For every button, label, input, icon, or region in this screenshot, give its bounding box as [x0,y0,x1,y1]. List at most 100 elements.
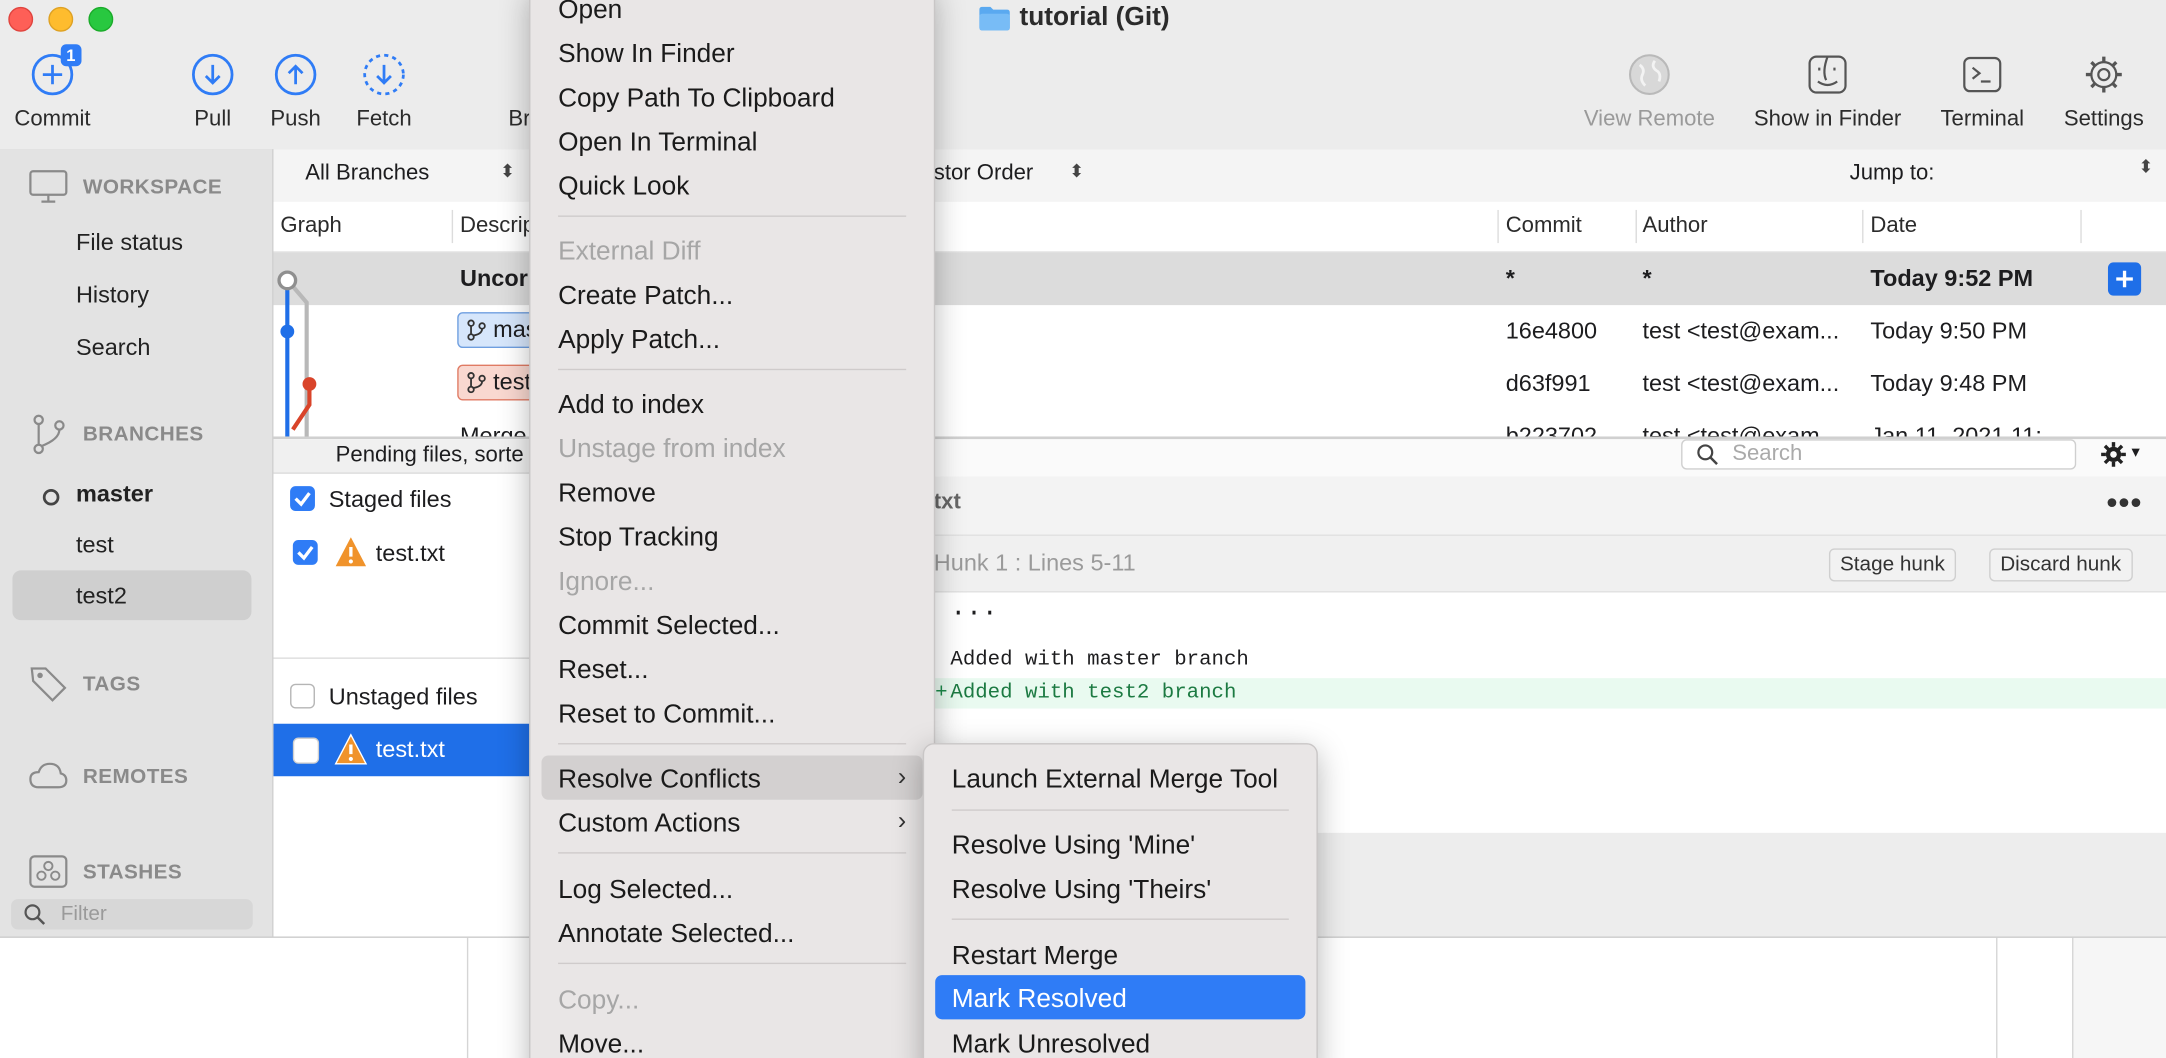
sidebar-item-history[interactable]: History [76,282,149,310]
settings-button[interactable]: Settings [2055,52,2152,132]
resolve-conflicts-submenu: Launch External Merge Tool Resolve Using… [922,743,1318,1058]
sidebar-branch-test2[interactable]: test2 [76,583,127,611]
jump-to-select[interactable]: Jump to: ⬍ [1850,156,2154,187]
menu-item-remove[interactable]: Remove [558,479,656,509]
commit-description: Merge [459,422,527,437]
commit-hash: 16e4800 [1505,317,1598,344]
submenu-item-mark-resolved[interactable]: Mark Resolved [935,975,1306,1020]
minimize-window-button[interactable] [48,6,74,32]
add-commit-button[interactable] [2107,262,2142,296]
branch-filter-select[interactable]: All Branches ⬍ [305,160,515,187]
fetch-button[interactable]: Fetch [351,52,417,132]
submenu-item-resolve-mine[interactable]: Resolve Using 'Mine' [952,831,1195,861]
sidebar-branch-master[interactable]: master [76,481,153,509]
submenu-item-resolve-theirs[interactable]: Resolve Using 'Theirs' [952,876,1211,906]
sidebar-item-file-status[interactable]: File status [76,229,183,257]
submenu-item-launch-merge-tool[interactable]: Launch External Merge Tool [952,765,1278,795]
updown-chevron-icon: ⬍ [500,160,516,181]
commit-author: test <test@exam... [1642,317,1840,344]
menu-item-annotate-selected[interactable]: Annotate Selected... [558,920,794,950]
menu-item-move[interactable]: Move... [558,1030,644,1058]
menu-item-stop-tracking[interactable]: Stop Tracking [558,523,718,553]
gear-icon [2085,56,2122,93]
menu-item-create-patch[interactable]: Create Patch... [558,282,733,312]
diff-search-input[interactable]: Search [1681,439,2077,470]
tags-title: TAGS [82,671,141,696]
column-graph[interactable]: Graph [280,214,341,239]
menu-item-custom-actions[interactable]: Custom Actions [558,809,740,839]
sidebar-branch-test[interactable]: test [76,532,114,560]
workspace-header[interactable]: WORKSPACE [28,169,222,205]
remotes-header[interactable]: REMOTES [28,760,189,793]
tags-header[interactable]: TAGS [28,663,141,704]
stashes-header[interactable]: STASHES [28,854,182,890]
menu-item-commit-selected[interactable]: Commit Selected... [558,612,780,642]
order-value: stor Order [933,161,1034,186]
menu-item-reset-to-commit[interactable]: Reset to Commit... [558,700,775,730]
zoom-window-button[interactable] [88,6,114,32]
menu-item-label: Mark Resolved [951,984,1127,1014]
menu-separator [951,809,1289,811]
menu-item-open-in-terminal[interactable]: Open In Terminal [558,128,757,158]
chevron-right-icon: › [897,806,907,835]
menu-item-resolve-conflicts[interactable]: Resolve Conflicts › [541,755,923,800]
background-window-right [2072,936,2166,1058]
show-in-finder-button[interactable]: Show in Finder [1746,52,1909,132]
menu-item-show-in-finder[interactable]: Show In Finder [558,40,735,70]
unstaged-file-name: test.txt [375,736,445,763]
menu-item-reset[interactable]: Reset... [558,656,648,686]
diff-search-placeholder: Search [1732,441,1803,466]
workspace-title: WORKSPACE [82,174,223,199]
more-options-icon[interactable]: ••• [2107,485,2143,521]
warning-icon [335,537,367,567]
stage-hunk-button[interactable]: Stage hunk [1828,548,1956,582]
checkmark-icon [297,545,314,561]
sidebar-item-search[interactable]: Search [76,334,150,362]
commit-label: Commit [14,107,91,132]
column-commit[interactable]: Commit [1506,214,1582,239]
commit-badge: 1 [60,44,82,67]
menu-item-log-selected[interactable]: Log Selected... [558,876,733,906]
order-select[interactable]: stor Order ⬍ [933,160,1084,187]
discard-hunk-button[interactable]: Discard hunk [1989,548,2133,582]
pending-files-header[interactable]: Pending files, sorte [273,439,531,474]
diff-settings-button[interactable]: ▾ [2098,439,2140,476]
commit-button[interactable]: 1 Commit [11,44,94,132]
column-date[interactable]: Date [1870,214,1917,239]
dashed-arrow-down-circle-icon [363,53,405,96]
menu-item-label: Resolve Conflicts [558,765,761,795]
view-remote-button[interactable]: View Remote [1578,52,1722,132]
commit-date: Today 9:48 PM [1870,370,2028,397]
column-author[interactable]: Author [1642,214,1707,239]
column-divider [2080,209,2082,244]
filter-placeholder: Filter [60,901,107,926]
staged-file-checkbox[interactable] [292,540,318,565]
branches-header[interactable]: BRANCHES [28,412,204,456]
sidebar-filter-input[interactable]: Filter [11,899,253,930]
commit-date: Today 9:52 PM [1870,265,2034,292]
push-button[interactable]: Push [268,52,323,132]
column-description[interactable]: Descrip [460,214,535,239]
menu-item-apply-patch[interactable]: Apply Patch... [558,326,720,356]
menu-item-add-to-index[interactable]: Add to index [558,391,704,421]
diff-line-prefix: + [935,680,948,705]
staged-file-name[interactable]: test.txt [376,540,445,568]
menu-item-copy-path[interactable]: Copy Path To Clipboard [558,84,835,114]
updown-chevron-icon: ⬍ [1069,160,1085,181]
gear-icon [2101,442,2126,467]
unstaged-files-checkbox[interactable] [290,683,315,709]
staged-files-checkbox[interactable] [290,486,315,512]
commit-date: Jan 11, 2021 11: [1870,422,2042,437]
terminal-button[interactable]: Terminal [1934,52,2031,132]
submenu-item-restart-merge[interactable]: Restart Merge [952,942,1118,972]
unstaged-file-row-selected[interactable]: test.txt [273,723,531,777]
column-divider [1497,209,1499,244]
menu-item-quick-look[interactable]: Quick Look [558,173,689,203]
pull-button[interactable]: Pull [185,52,240,132]
unstaged-file-checkbox[interactable] [292,737,320,764]
close-window-button[interactable] [8,6,34,32]
diff-file-name: txt [933,490,961,514]
submenu-item-mark-unresolved[interactable]: Mark Unresolved [952,1030,1150,1058]
window-title: tutorial (Git) [978,3,1170,33]
menu-item-open[interactable]: Open [558,0,622,26]
